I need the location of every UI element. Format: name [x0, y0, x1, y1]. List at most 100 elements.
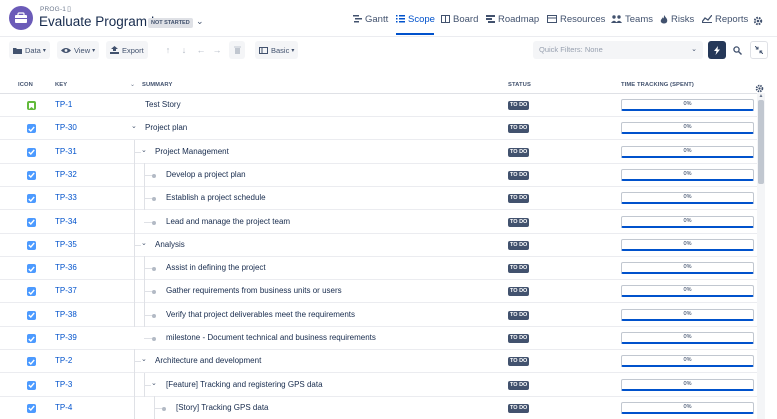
- issue-summary[interactable]: Lead and manage the project team: [166, 217, 290, 226]
- issue-summary[interactable]: Gather requirements from business units …: [166, 286, 342, 295]
- issue-key-link[interactable]: TP-32: [55, 170, 77, 179]
- collapse-icon[interactable]: [750, 41, 768, 59]
- move-down-icon[interactable]: ↓: [176, 41, 192, 59]
- status-lozenge[interactable]: TO DO: [508, 380, 530, 390]
- issue-summary[interactable]: Architecture and development: [155, 356, 261, 365]
- issue-summary[interactable]: Test Story: [145, 100, 181, 109]
- chevron-down-icon: ▾: [92, 47, 96, 54]
- table-row[interactable]: TP-35 ⌄ Analysis TO DO 0%: [0, 232, 757, 257]
- status-lozenge[interactable]: TO DO: [508, 310, 530, 320]
- status-lozenge[interactable]: TO DO: [508, 194, 530, 204]
- chevron-down-icon[interactable]: ⌄: [131, 122, 137, 130]
- status-lozenge[interactable]: TO DO: [508, 264, 530, 274]
- column-header-status[interactable]: STATUS: [508, 82, 531, 88]
- table-row[interactable]: TP-37 Gather requirements from business u…: [0, 279, 757, 304]
- data-menu-button[interactable]: Data ▾: [9, 41, 50, 59]
- column-header-summary[interactable]: SUMMARY: [142, 82, 172, 88]
- time-tracking-bar: 0%: [621, 355, 754, 368]
- quick-filters-select[interactable]: Quick Filters: None ⌄: [533, 41, 703, 59]
- outdent-icon[interactable]: ←: [193, 41, 209, 59]
- status-lozenge[interactable]: TO DO: [508, 240, 530, 250]
- table-row[interactable]: TP-33 Establish a project schedule TO DO 0%: [0, 186, 757, 211]
- tree-connector-line: [134, 162, 135, 187]
- nav-teams[interactable]: Teams: [611, 12, 653, 26]
- nav-roadmap[interactable]: Roadmap: [486, 12, 539, 26]
- issue-key-link[interactable]: TP-34: [55, 217, 77, 226]
- issue-key-link[interactable]: TP-37: [55, 286, 77, 295]
- status-lozenge[interactable]: TO DO: [508, 403, 530, 413]
- nav-reports[interactable]: Reports: [702, 12, 748, 26]
- view-menu-button[interactable]: View ▾: [57, 41, 100, 59]
- issue-key-link[interactable]: TP-39: [55, 333, 77, 342]
- move-up-icon[interactable]: ↑: [160, 41, 176, 59]
- column-header-icon[interactable]: ICON: [18, 82, 33, 88]
- issue-key-link[interactable]: TP-30: [55, 123, 77, 132]
- program-logo-icon: [9, 6, 33, 30]
- issue-key-link[interactable]: TP-1: [55, 100, 72, 109]
- issue-summary[interactable]: Develop a project plan: [166, 170, 246, 179]
- status-lozenge[interactable]: TO DO: [508, 147, 530, 157]
- issue-summary[interactable]: Verify that project deliverables meet th…: [166, 310, 355, 319]
- table-row[interactable]: TP-3 ⌄ [Feature] Tracking and registering …: [0, 372, 757, 397]
- status-lozenge[interactable]: TO DO: [508, 334, 530, 343]
- issue-summary[interactable]: Analysis: [155, 240, 185, 249]
- scrollbar-thumb[interactable]: [758, 100, 764, 184]
- nav-board[interactable]: Board: [441, 12, 478, 26]
- issue-key-link[interactable]: TP-2: [55, 356, 72, 365]
- issue-summary[interactable]: Assist in defining the project: [166, 263, 266, 272]
- chevron-down-icon[interactable]: ⌄: [196, 16, 204, 27]
- issue-summary[interactable]: Project Management: [155, 147, 229, 156]
- status-lozenge[interactable]: TO DO: [508, 287, 530, 297]
- status-lozenge[interactable]: TO DO: [508, 101, 530, 110]
- view-mode-dropdown[interactable]: Basic ▾: [255, 41, 299, 59]
- chevron-down-icon[interactable]: ⌄: [151, 379, 157, 387]
- indent-icon[interactable]: →: [209, 41, 225, 59]
- issue-key-link[interactable]: TP-35: [55, 240, 77, 249]
- issue-summary[interactable]: [Feature] Tracking and registering GPS d…: [166, 380, 323, 389]
- status-lozenge[interactable]: TO DO: [508, 217, 530, 227]
- issue-key-link[interactable]: TP-3: [55, 380, 72, 389]
- table-row[interactable]: TP-34 Lead and manage the project team TO …: [0, 209, 757, 234]
- table-row[interactable]: TP-36 Assist in defining the project TO DO…: [0, 256, 757, 281]
- chevron-down-icon[interactable]: ⌄: [141, 239, 147, 247]
- table-row[interactable]: TP-4 [Story] Tracking GPS data TO DO 0%: [0, 395, 757, 419]
- trash-icon[interactable]: [229, 41, 245, 59]
- nav-gantt[interactable]: Gantt: [353, 12, 388, 26]
- issue-key-link[interactable]: TP-31: [55, 147, 77, 156]
- scroll-up-arrow-icon[interactable]: ▲: [757, 93, 765, 100]
- nav-scope[interactable]: Scope: [396, 12, 435, 26]
- status-lozenge[interactable]: TO DO: [508, 124, 530, 134]
- status-badge[interactable]: NOT STARTED: [148, 18, 193, 28]
- lightning-bolt-icon[interactable]: [708, 41, 726, 59]
- issue-key-link[interactable]: TP-36: [55, 263, 77, 272]
- tree-connector-line: [134, 361, 141, 363]
- issue-key-link[interactable]: TP-38: [55, 310, 77, 319]
- issue-key-link[interactable]: TP-33: [55, 193, 77, 202]
- export-button[interactable]: Export: [106, 41, 148, 59]
- table-row[interactable]: TP-38 Verify that project deliverables me…: [0, 302, 757, 327]
- table-row[interactable]: TP-31 ⌄ Project Management TO DO 0%: [0, 139, 757, 164]
- settings-gear-icon[interactable]: [753, 13, 763, 31]
- search-icon[interactable]: [729, 41, 745, 59]
- column-header-key[interactable]: KEY: [55, 82, 67, 88]
- chevron-down-icon[interactable]: ⌄: [141, 146, 147, 154]
- status-lozenge[interactable]: TO DO: [508, 357, 530, 367]
- tree-leaf-dot-icon: [162, 406, 166, 411]
- chevron-down-icon[interactable]: ⌄: [141, 355, 147, 363]
- status-lozenge[interactable]: TO DO: [508, 170, 530, 180]
- issue-key-link[interactable]: TP-4: [55, 403, 72, 412]
- table-row[interactable]: TP-32 Develop a project plan TO DO 0%: [0, 162, 757, 187]
- issue-summary[interactable]: milestone - Document technical and busin…: [166, 333, 376, 342]
- issue-summary[interactable]: Project plan: [145, 123, 187, 132]
- table-row[interactable]: TP-2 ⌄ Architecture and development TO DO 0%: [0, 349, 757, 374]
- table-row[interactable]: TP-39 milestone - Document technical and …: [0, 327, 757, 350]
- expand-all-chevron-icon[interactable]: ⌄: [130, 81, 135, 88]
- nav-resources[interactable]: Resources: [547, 12, 605, 26]
- pin-icon[interactable]: ▯: [67, 6, 71, 13]
- table-row[interactable]: TP-1 Test Story TO DO 0%: [0, 94, 757, 117]
- issue-summary[interactable]: [Story] Tracking GPS data: [176, 403, 268, 412]
- nav-risks[interactable]: Risks: [660, 12, 694, 26]
- table-row[interactable]: TP-30 ⌄ Project plan TO DO 0%: [0, 117, 757, 141]
- issue-summary[interactable]: Establish a project schedule: [166, 193, 266, 202]
- column-header-time-tracking[interactable]: TIME TRACKING (SPENT): [621, 82, 694, 88]
